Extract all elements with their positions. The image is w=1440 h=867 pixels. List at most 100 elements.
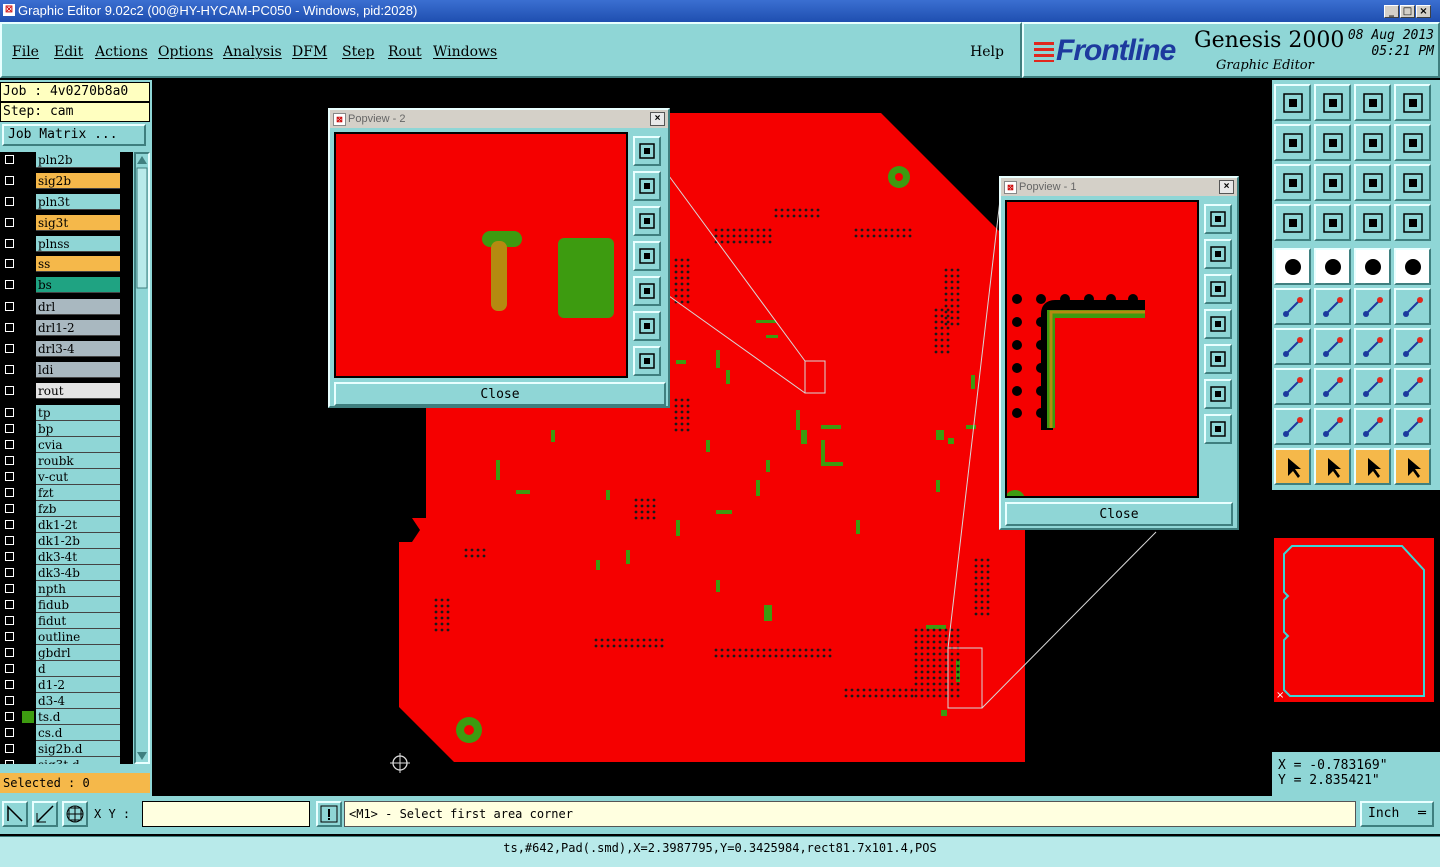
- layer-row-dk3-4t[interactable]: dk3-4t: [0, 549, 133, 565]
- layer-row-bs[interactable]: bs: [0, 277, 133, 293]
- layer-row-sig2b[interactable]: sig2b: [0, 173, 133, 189]
- snap-icon[interactable]: [2, 801, 28, 827]
- close-window-button[interactable]: ×: [1416, 5, 1431, 18]
- layer-checkbox[interactable]: [5, 440, 14, 449]
- popview-tool-4-icon[interactable]: [1204, 309, 1232, 339]
- layer-list-scrollbar[interactable]: [134, 152, 150, 764]
- triangle-2-icon[interactable]: [1314, 408, 1351, 445]
- layer-checkbox[interactable]: [5, 728, 14, 737]
- layer-checkbox[interactable]: [5, 584, 14, 593]
- layer-row-plnss[interactable]: plnss: [0, 236, 133, 252]
- units-dropdown[interactable]: Inch ═: [1360, 801, 1434, 827]
- layer-row-ts.d[interactable]: ts.d: [0, 709, 133, 725]
- layer-row-cs.d[interactable]: cs.d: [0, 725, 133, 741]
- point-red-icon[interactable]: [1354, 288, 1391, 325]
- layer-row-fidub[interactable]: fidub: [0, 597, 133, 613]
- triangle-3-icon[interactable]: [1354, 408, 1391, 445]
- layer-row-d3-4[interactable]: d3-4: [0, 693, 133, 709]
- layer-checkbox[interactable]: [5, 712, 14, 721]
- layer-row-pln2b[interactable]: pln2b: [0, 152, 133, 168]
- grid-toggle-icon[interactable]: [1314, 204, 1351, 241]
- layer-checkbox[interactable]: [5, 696, 14, 705]
- menu-help[interactable]: Help: [970, 44, 1004, 60]
- menu-actions[interactable]: Actions: [95, 44, 148, 60]
- snap-red-2-icon[interactable]: [1394, 204, 1431, 241]
- zoom-flip-icon[interactable]: [1394, 124, 1431, 161]
- layer-row-dk1-2t[interactable]: dk1-2t: [0, 517, 133, 533]
- layer-checkbox[interactable]: [5, 520, 14, 529]
- popview-tool-7-icon[interactable]: [633, 346, 661, 376]
- popview-tool-1-icon[interactable]: [633, 136, 661, 166]
- popview-1-window[interactable]: ⊠ Popview - 1 × Close: [999, 176, 1239, 530]
- minimize-button[interactable]: _: [1384, 5, 1399, 18]
- layer-row-sig3t.d[interactable]: sig3t.d: [0, 757, 133, 764]
- popview-tool-5-icon[interactable]: [1204, 344, 1232, 374]
- layer-row-drl1-2[interactable]: drl1-2: [0, 320, 133, 336]
- zoom-in-area-icon[interactable]: [1314, 84, 1351, 121]
- measure-icon[interactable]: [32, 801, 58, 827]
- cut-line-icon[interactable]: [1314, 368, 1351, 405]
- add-arc-icon[interactable]: [1314, 328, 1351, 365]
- triangle-1-icon[interactable]: [1274, 408, 1311, 445]
- layer-checkbox[interactable]: [5, 552, 14, 561]
- menu-options[interactable]: Options: [158, 44, 213, 60]
- layer-checkbox[interactable]: [5, 616, 14, 625]
- popview-2-view[interactable]: [334, 132, 628, 378]
- pad-dot-icon[interactable]: [1394, 248, 1431, 285]
- menu-edit[interactable]: Edit: [54, 44, 83, 60]
- zoom-1to1-icon[interactable]: [1354, 164, 1391, 201]
- layer-checkbox[interactable]: [5, 568, 14, 577]
- layer-checkbox[interactable]: [5, 760, 14, 764]
- window-title-bar[interactable]: ⊠ Graphic Editor 9.02c2 (00@HY-HYCAM-PC0…: [0, 0, 1440, 22]
- layer-row-ss[interactable]: ss: [0, 256, 133, 272]
- array-tool-icon[interactable]: [1354, 368, 1391, 405]
- select-arrow-icon[interactable]: [1274, 448, 1311, 485]
- popview-tool-6-icon[interactable]: [633, 311, 661, 341]
- zoom-home-icon[interactable]: [1274, 84, 1311, 121]
- cross-select-icon[interactable]: [1314, 288, 1351, 325]
- layer-row-tp[interactable]: tp: [0, 405, 133, 421]
- layer-checkbox[interactable]: [5, 344, 14, 353]
- layer-checkbox[interactable]: [5, 680, 14, 689]
- layer-checkbox[interactable]: [5, 408, 14, 417]
- popview-tool-2-icon[interactable]: [1204, 239, 1232, 269]
- graphic-canvas[interactable]: ⊠ Popview - 2 × Close ⊠ Popview - 1 × Cl…: [156, 80, 1272, 796]
- popview-1-close-button[interactable]: Close: [1005, 502, 1233, 526]
- app-icon[interactable]: ⊠: [3, 4, 15, 16]
- layer-checkbox[interactable]: [5, 488, 14, 497]
- popview-2-close-button[interactable]: Close: [334, 382, 666, 406]
- layer-checkbox[interactable]: [5, 472, 14, 481]
- popview-tool-7-icon[interactable]: [1204, 414, 1232, 444]
- layer-row-outline[interactable]: outline: [0, 629, 133, 645]
- popview-2-title-bar[interactable]: ⊠ Popview - 2 ×: [330, 110, 668, 128]
- layer-row-sig3t[interactable]: sig3t: [0, 215, 133, 231]
- point-red-2-icon[interactable]: [1394, 288, 1431, 325]
- layer-checkbox[interactable]: [5, 259, 14, 268]
- job-matrix-button[interactable]: Job Matrix ...: [2, 124, 146, 146]
- layer-row-roubk[interactable]: roubk: [0, 453, 133, 469]
- layer-row-fzt[interactable]: fzt: [0, 485, 133, 501]
- menu-rout[interactable]: Rout: [388, 44, 422, 60]
- layer-row-sig2b.d[interactable]: sig2b.d: [0, 741, 133, 757]
- layer-checkbox[interactable]: [5, 504, 14, 513]
- triangle-4-icon[interactable]: [1394, 408, 1431, 445]
- layer-row-drl3-4[interactable]: drl3-4: [0, 341, 133, 357]
- layer-checkbox[interactable]: [5, 600, 14, 609]
- layer-row-v-cut[interactable]: v-cut: [0, 469, 133, 485]
- layer-row-npth[interactable]: npth: [0, 581, 133, 597]
- ruler-icon[interactable]: [1354, 248, 1391, 285]
- layer-row-ldi[interactable]: ldi: [0, 362, 133, 378]
- layer-checkbox[interactable]: [5, 424, 14, 433]
- display-fill-icon[interactable]: [1274, 248, 1311, 285]
- select-path-icon[interactable]: [1394, 448, 1431, 485]
- layer-row-d1-2[interactable]: d1-2: [0, 677, 133, 693]
- popview-tool-3-icon[interactable]: [633, 206, 661, 236]
- menu-dfm[interactable]: DFM: [292, 44, 327, 60]
- popview-tool-3-icon[interactable]: [1204, 274, 1232, 304]
- pan-right-icon[interactable]: [1314, 124, 1351, 161]
- layer-checkbox[interactable]: [5, 648, 14, 657]
- layer-checkbox[interactable]: [5, 280, 14, 289]
- pan-left-icon[interactable]: [1274, 124, 1311, 161]
- layer-checkbox[interactable]: [5, 744, 14, 753]
- layer-row-cvia[interactable]: cvia: [0, 437, 133, 453]
